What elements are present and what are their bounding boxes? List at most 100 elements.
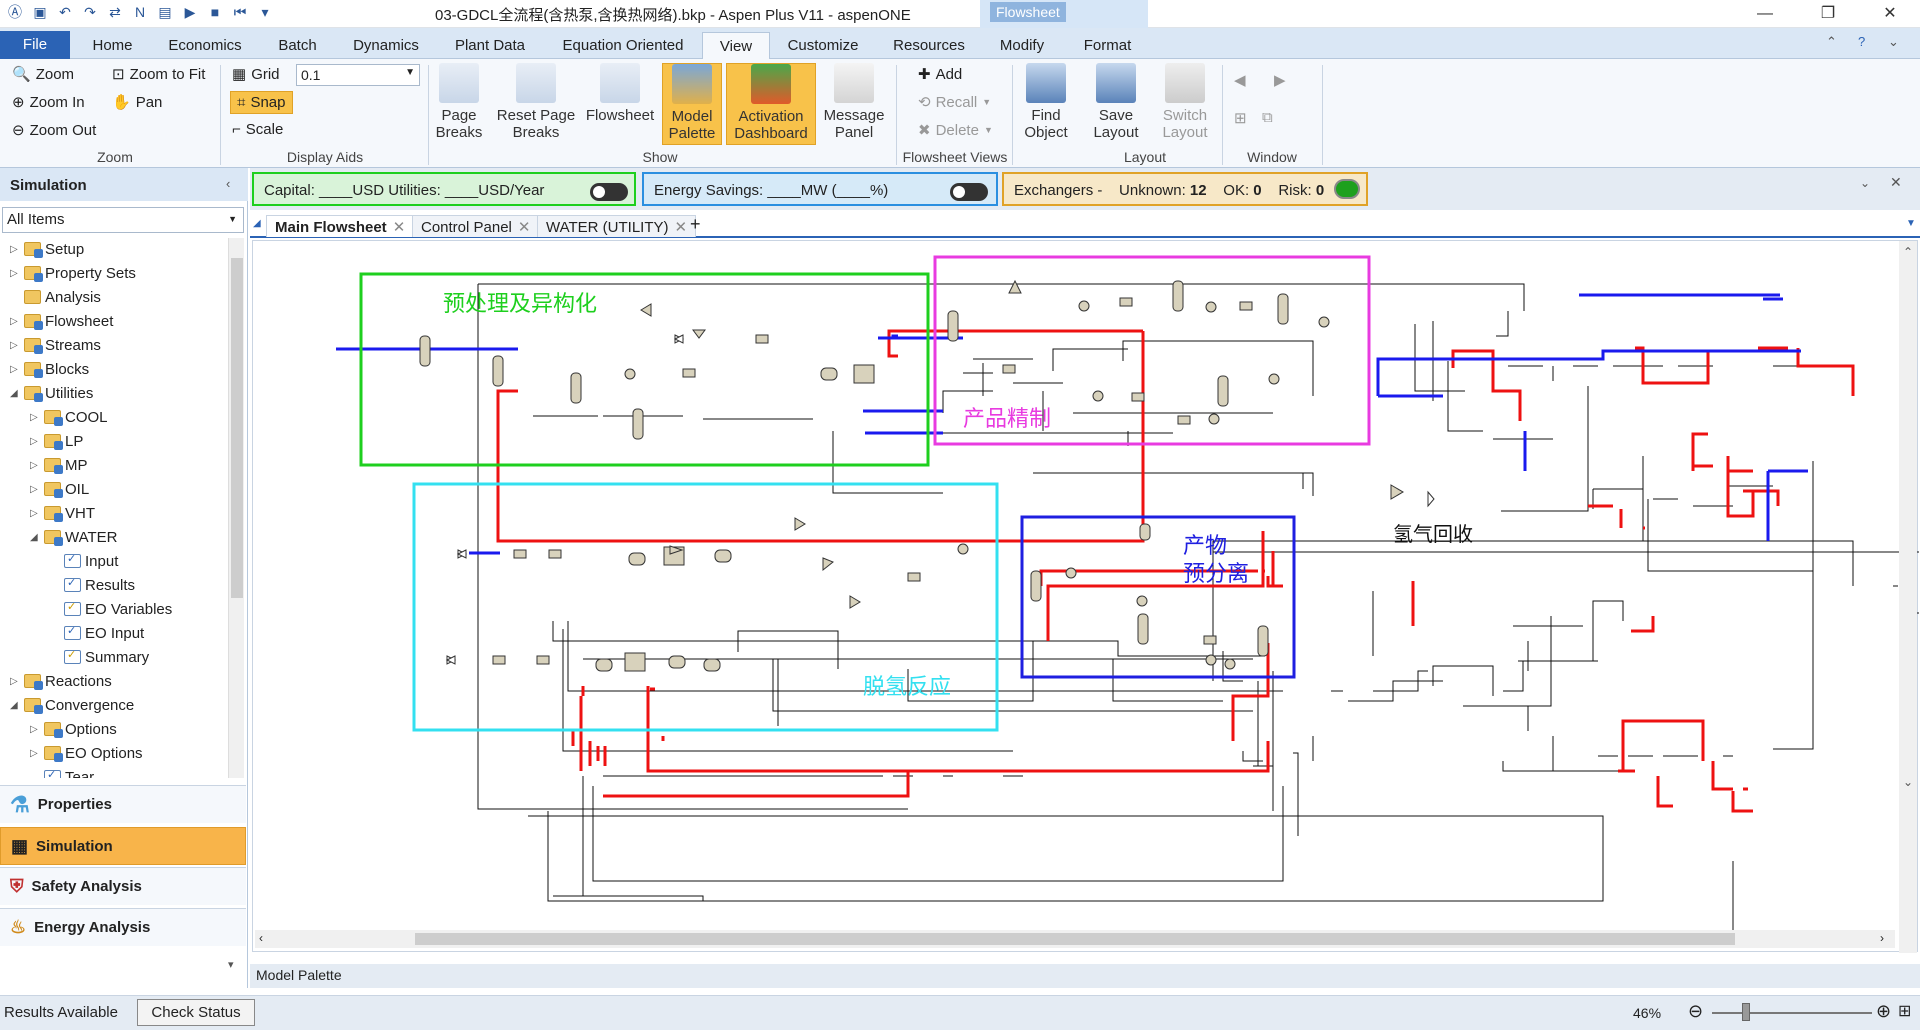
model-palette-tab[interactable]: Model Palette <box>256 967 342 983</box>
connect-icon[interactable]: ⇄ <box>106 3 124 21</box>
zoom-in-button[interactable]: ⊕ Zoom In <box>12 93 85 112</box>
snap-button[interactable]: ⌗ Snap <box>230 91 293 114</box>
nav-button-safety-analysis[interactable]: ⛨ Safety Analysis <box>0 867 246 905</box>
page-breaks-button[interactable]: Page Breaks <box>432 63 486 141</box>
zoom-out-icon[interactable]: ⊖ <box>1688 1001 1703 1022</box>
add-view-button[interactable]: ✚ Add <box>918 65 962 84</box>
zoom-slider-handle[interactable] <box>1742 1003 1750 1021</box>
grid-size-select[interactable]: 0.1 ▼ <box>296 64 420 86</box>
stop-icon[interactable]: ■ <box>206 3 224 21</box>
collapsed-arrow-icon[interactable]: ▷ <box>10 676 20 687</box>
collapse-pane-icon[interactable]: ‹ <box>226 176 230 191</box>
flowsheet-diagram[interactable]: 预处理及异构化 产品精制 产物 预分离 脱氢反应 氢气回收 ⌃ ⌄ <box>253 241 1920 953</box>
collapsed-arrow-icon[interactable]: ▷ <box>10 364 20 375</box>
canvas-horizontal-scrollbar[interactable]: ‹ › <box>255 930 1895 948</box>
nav-button-properties[interactable]: ⚗ Properties <box>0 785 246 823</box>
tree-item[interactable]: ▷ OIL <box>30 478 89 500</box>
nav-button-simulation[interactable]: ▦ Simulation <box>0 827 246 865</box>
tree-item[interactable]: EO Input <box>50 622 144 644</box>
tab-resources[interactable]: Resources <box>884 32 974 59</box>
dashboard-close-icon[interactable]: ✕ <box>1890 174 1902 191</box>
expanded-arrow-icon[interactable]: ◢ <box>10 388 20 399</box>
customize-qat-icon[interactable]: ▾ <box>256 3 274 21</box>
tab-equation-oriented[interactable]: Equation Oriented <box>553 32 693 59</box>
tree-item[interactable]: ▷ EO Options <box>30 742 143 764</box>
tree-item[interactable]: ▷ Streams <box>10 334 101 356</box>
grid-button[interactable]: ▦ Grid <box>232 65 280 84</box>
next-icon[interactable]: N <box>131 3 149 21</box>
save-layout-button[interactable]: Save Layout <box>1086 63 1146 141</box>
run-icon[interactable]: ▶ <box>181 3 199 21</box>
flowsheet-button[interactable]: Flowsheet <box>584 63 656 124</box>
collapsed-arrow-icon[interactable]: ▷ <box>10 340 20 351</box>
help-icon[interactable]: ? <box>1858 34 1865 49</box>
tab-overflow-icon[interactable]: ▼ <box>1906 218 1916 229</box>
exchangers-box[interactable]: Exchangers - Unknown: 12 OK: 0 Risk: 0 <box>1002 172 1368 206</box>
tree-item[interactable]: ▷ Flowsheet <box>10 310 113 332</box>
tab-home[interactable]: Home <box>80 32 145 59</box>
tab-format[interactable]: Format <box>1075 32 1140 59</box>
tab-list-icon[interactable]: ◢ <box>253 218 261 229</box>
exchanger-status-icon[interactable] <box>1334 179 1360 199</box>
flowsheet-canvas[interactable]: 预处理及异构化 产品精制 产物 预分离 脱氢反应 氢气回收 ⌃ ⌄ <box>252 240 1920 953</box>
tab-main-flowsheet[interactable]: Main Flowsheet ✕ <box>266 215 415 237</box>
fit-page-icon[interactable]: ⊞ <box>1898 1001 1911 1021</box>
tree-item[interactable]: ◢ Convergence <box>10 694 134 716</box>
tree-item[interactable]: Summary <box>50 646 149 668</box>
find-object-button[interactable]: Find Object <box>1016 63 1076 141</box>
tab-customize[interactable]: Customize <box>780 32 866 59</box>
tab-dynamics[interactable]: Dynamics <box>345 32 427 59</box>
collapsed-arrow-icon[interactable]: ▷ <box>30 460 40 471</box>
tree-scrollbar[interactable] <box>228 238 244 778</box>
scale-button[interactable]: ⌐ Scale <box>232 121 283 138</box>
energy-savings-box[interactable]: Energy Savings: ____MW (____%) <box>642 172 998 206</box>
zoom-in-icon[interactable]: ⊕ <box>1876 1001 1891 1022</box>
tab-plant-data[interactable]: Plant Data <box>445 32 535 59</box>
tree-item[interactable]: ▷ VHT <box>30 502 95 524</box>
navigation-filter-select[interactable]: All Items ▼ <box>2 207 244 233</box>
collapsed-arrow-icon[interactable]: ▷ <box>10 316 20 327</box>
tree-item[interactable]: ▷ MP <box>30 454 88 476</box>
model-palette-button[interactable]: Model Palette <box>662 63 722 145</box>
zoom-out-button[interactable]: ⊖ Zoom Out <box>12 121 96 140</box>
collapsed-arrow-icon[interactable]: ▷ <box>10 244 20 255</box>
undo-icon[interactable]: ↶ <box>56 3 74 21</box>
tab-control-panel[interactable]: Control Panel ✕ <box>412 215 540 237</box>
close-tab-icon[interactable]: ✕ <box>393 219 406 236</box>
scroll-left-icon[interactable]: ‹ <box>259 931 263 945</box>
tree-item[interactable]: ▷ Options <box>30 718 117 740</box>
tree-item[interactable]: ▷ LP <box>30 430 83 452</box>
capital-cost-box[interactable]: Capital: ____USD Utilities: ____USD/Year <box>252 172 636 206</box>
tree-item[interactable]: Tear <box>30 766 94 778</box>
reset-icon[interactable]: ⏮ <box>231 3 249 21</box>
tree-item[interactable]: ◢ Utilities <box>10 382 93 404</box>
tab-batch[interactable]: Batch <box>270 32 325 59</box>
collapsed-arrow-icon[interactable]: ▷ <box>10 268 20 279</box>
close-icon[interactable]: ✕ <box>1870 2 1910 26</box>
tab-modify[interactable]: Modify <box>992 32 1052 59</box>
redo-icon[interactable]: ↷ <box>81 3 99 21</box>
tree-item[interactable]: ▷ COOL <box>30 406 108 428</box>
close-tab-icon[interactable]: ✕ <box>518 219 531 236</box>
zoom-slider[interactable] <box>1712 1012 1872 1014</box>
tab-water-utility[interactable]: WATER (UTILITY) ✕ <box>537 215 697 237</box>
expanded-arrow-icon[interactable]: ◢ <box>10 700 20 711</box>
minimize-icon[interactable]: — <box>1745 2 1785 26</box>
tree-item[interactable]: EO Variables <box>50 598 172 620</box>
tree-item[interactable]: ◢ WATER <box>30 526 118 548</box>
control-panel-icon[interactable]: ▤ <box>156 3 174 21</box>
scroll-right-icon[interactable]: › <box>1880 931 1884 945</box>
collapsed-arrow-icon[interactable]: ▷ <box>30 508 40 519</box>
tree-item[interactable]: ▷ Reactions <box>10 670 112 692</box>
expanded-arrow-icon[interactable]: ◢ <box>30 532 40 543</box>
aspen-logo-icon[interactable]: Ⓐ <box>6 3 24 21</box>
ribbon-options-icon[interactable]: ⌄ <box>1888 34 1899 50</box>
capital-toggle[interactable] <box>590 183 628 201</box>
activation-dashboard-button[interactable]: Activation Dashboard <box>726 63 816 145</box>
restore-icon[interactable]: ❐ <box>1808 2 1848 26</box>
more-buttons-icon[interactable]: ▾ <box>228 958 234 971</box>
tree-item[interactable]: Results <box>50 574 135 596</box>
tree-item[interactable]: ▷ Blocks <box>10 358 89 380</box>
collapsed-arrow-icon[interactable]: ▷ <box>30 748 40 759</box>
tree-item[interactable]: Input <box>50 550 118 572</box>
